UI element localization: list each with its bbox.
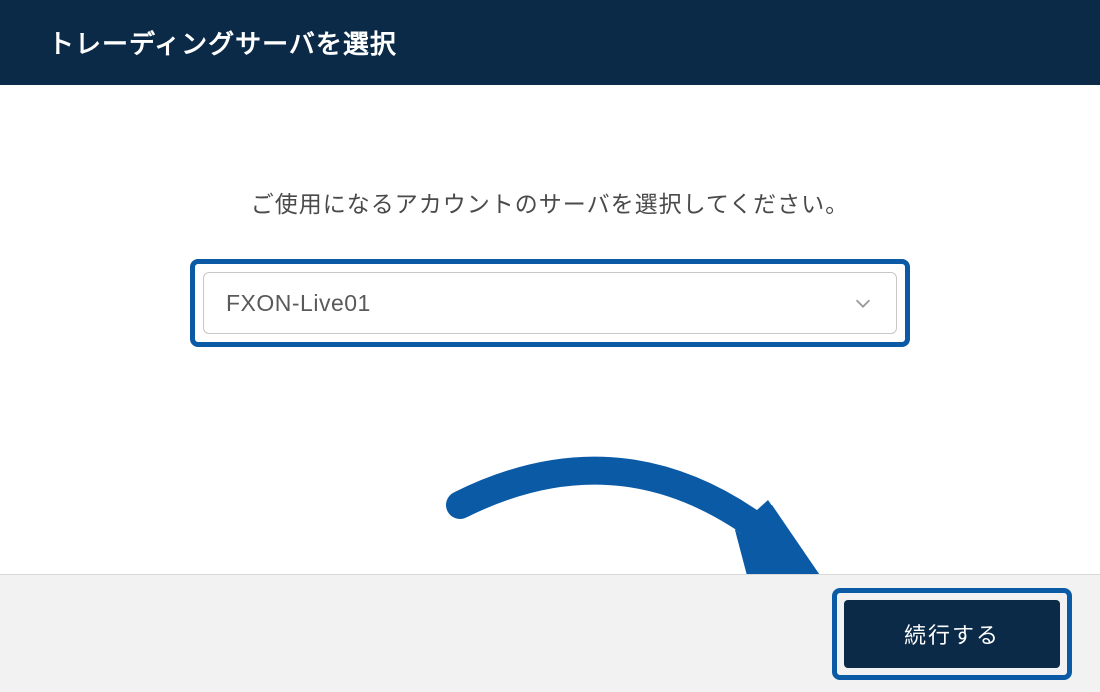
- instruction-text: ご使用になるアカウントのサーバを選択してください。: [0, 185, 1100, 219]
- continue-highlight-frame: 続行する: [832, 588, 1072, 680]
- chevron-down-icon: [852, 292, 874, 314]
- server-dropdown[interactable]: FXON-Live01: [203, 272, 897, 334]
- dropdown-highlight-frame: FXON-Live01: [190, 259, 910, 347]
- dialog-title: トレーディングサーバを選択: [48, 29, 397, 59]
- dialog-header: トレーディングサーバを選択: [0, 0, 1100, 85]
- continue-button[interactable]: 続行する: [844, 600, 1060, 668]
- dialog-footer: 続行する: [0, 574, 1100, 692]
- dropdown-selected-value: FXON-Live01: [226, 290, 371, 317]
- dialog-content: ご使用になるアカウントのサーバを選択してください。 FXON-Live01: [0, 85, 1100, 563]
